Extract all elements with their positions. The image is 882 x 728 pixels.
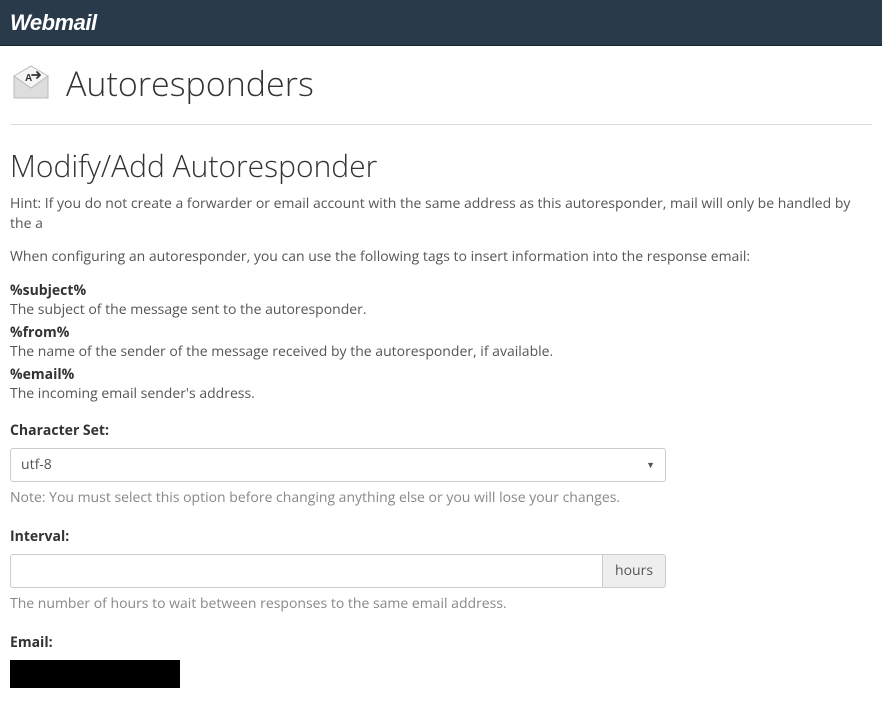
intro-text: When configuring an autoresponder, you c… <box>10 247 872 267</box>
hint-text: Hint: If you do not create a forwarder o… <box>10 194 872 233</box>
tag-email-desc: The incoming email sender's address. <box>10 384 872 403</box>
brand-logo: Webmail <box>10 10 97 36</box>
charset-value: utf-8 <box>21 455 52 474</box>
charset-note: Note: You must select this option before… <box>10 488 666 507</box>
interval-input[interactable] <box>10 554 603 588</box>
charset-group: Character Set: utf-8 Note: You must sele… <box>10 421 666 507</box>
main-content: A Autoresponders Modify/Add Autoresponde… <box>0 46 882 728</box>
interval-group: Interval: hours The number of hours to w… <box>10 527 666 613</box>
interval-suffix: hours <box>603 554 666 588</box>
svg-text:A: A <box>25 73 32 84</box>
tag-from-desc: The name of the sender of the message re… <box>10 342 872 361</box>
tag-subject-desc: The subject of the message sent to the a… <box>10 300 872 319</box>
page-title: Autoresponders <box>66 60 314 106</box>
email-label: Email: <box>10 633 666 652</box>
tag-email-name: %email% <box>10 365 872 384</box>
tag-subject-name: %subject% <box>10 281 872 300</box>
section-title: Modify/Add Autoresponder <box>10 145 872 186</box>
interval-input-group: hours <box>10 554 666 588</box>
autoresponders-icon: A <box>10 62 52 104</box>
charset-label: Character Set: <box>10 421 666 440</box>
tag-from-name: %from% <box>10 323 872 342</box>
email-redacted <box>10 660 180 688</box>
tags-block: %subject% The subject of the message sen… <box>10 281 872 403</box>
charset-select[interactable]: utf-8 <box>10 448 666 482</box>
interval-note: The number of hours to wait between resp… <box>10 594 666 613</box>
page-header: A Autoresponders <box>10 46 872 125</box>
interval-label: Interval: <box>10 527 666 546</box>
app-header: Webmail <box>0 0 882 46</box>
email-group: Email: <box>10 633 666 688</box>
